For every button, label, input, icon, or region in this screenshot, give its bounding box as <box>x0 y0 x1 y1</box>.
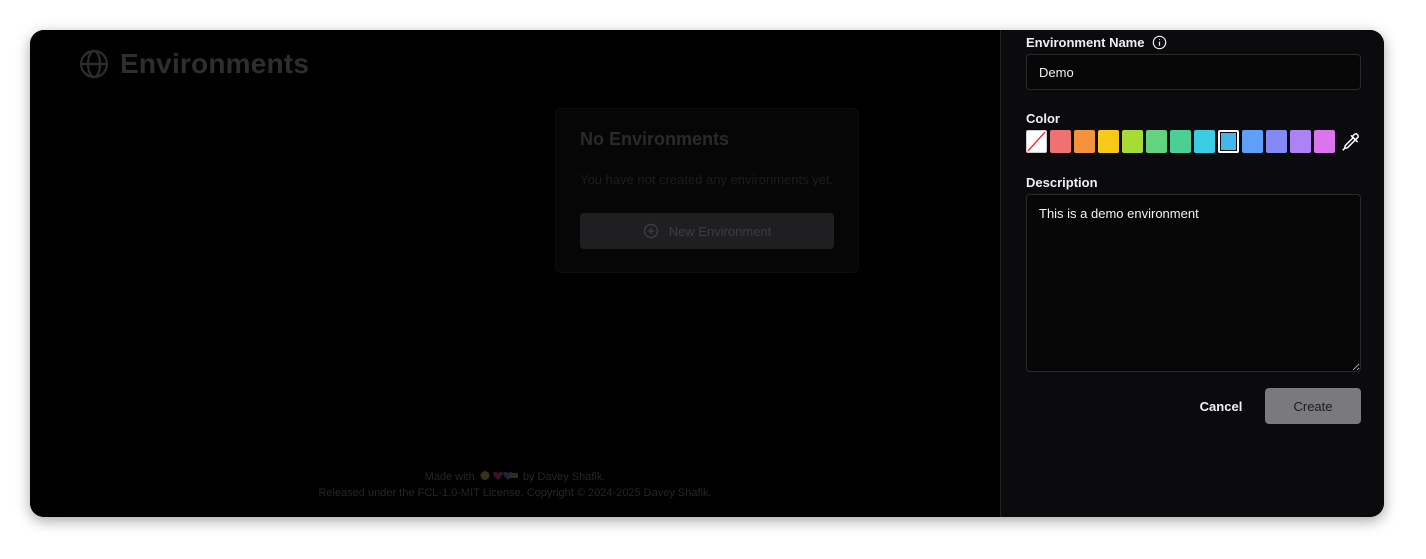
color-swatch-lime[interactable] <box>1122 130 1143 153</box>
description-label: Description <box>1026 175 1098 190</box>
description-textarea[interactable]: This is a demo environment <box>1026 194 1361 372</box>
app-window: Environments No Environments You have no… <box>30 30 1384 517</box>
plus-circle-icon <box>643 223 659 239</box>
color-swatch-cyan[interactable] <box>1194 130 1215 153</box>
color-label: Color <box>1026 111 1060 126</box>
footer-made-with: Made with <box>424 471 475 483</box>
cancel-button[interactable]: Cancel <box>1187 388 1255 424</box>
hearts-icon <box>480 470 518 481</box>
info-icon[interactable] <box>1152 35 1167 50</box>
footer-line-1: Made with by Davey Shafik. <box>30 469 1000 485</box>
color-swatch-orange[interactable] <box>1074 130 1095 153</box>
empty-state-title: No Environments <box>580 129 730 149</box>
color-swatch-none[interactable] <box>1026 130 1047 153</box>
environment-name-label: Environment Name <box>1026 35 1167 50</box>
eyedropper-icon[interactable] <box>1340 131 1362 153</box>
new-environment-button[interactable]: New Environment <box>580 213 834 249</box>
color-swatch-indigo[interactable] <box>1266 130 1287 153</box>
create-button[interactable]: Create <box>1265 388 1361 424</box>
color-swatch-emerald[interactable] <box>1170 130 1191 153</box>
color-swatch-green[interactable] <box>1146 130 1167 153</box>
color-swatch-yellow[interactable] <box>1098 130 1119 153</box>
globe-icon <box>78 48 110 80</box>
page-title: Environments <box>120 48 310 79</box>
footer-license: Released under the FCL-1.0-MIT License. … <box>318 487 712 499</box>
empty-state-card: No Environments You have not created any… <box>555 108 859 273</box>
color-swatch-row <box>1026 130 1362 153</box>
environments-page-overlay[interactable]: Environments No Environments You have no… <box>30 30 1000 517</box>
empty-state-description: You have not created any environments ye… <box>580 172 834 187</box>
environment-name-label-text: Environment Name <box>1026 35 1145 50</box>
footer-author: by Davey Shafik. <box>522 471 606 483</box>
color-swatch-fuchsia[interactable] <box>1314 130 1335 153</box>
color-swatch-blue[interactable] <box>1242 130 1263 153</box>
page-header: Environments <box>78 48 309 80</box>
new-environment-button-label: New Environment <box>668 223 772 239</box>
environment-name-input[interactable] <box>1026 54 1361 90</box>
color-swatch-sky[interactable] <box>1218 130 1239 153</box>
color-swatch-violet[interactable] <box>1290 130 1311 153</box>
create-environment-drawer: Environment Name Color Descri <box>1000 30 1384 517</box>
footer: Made with by Davey Shafik. Released unde… <box>30 469 1000 501</box>
color-swatch-red[interactable] <box>1050 130 1071 153</box>
